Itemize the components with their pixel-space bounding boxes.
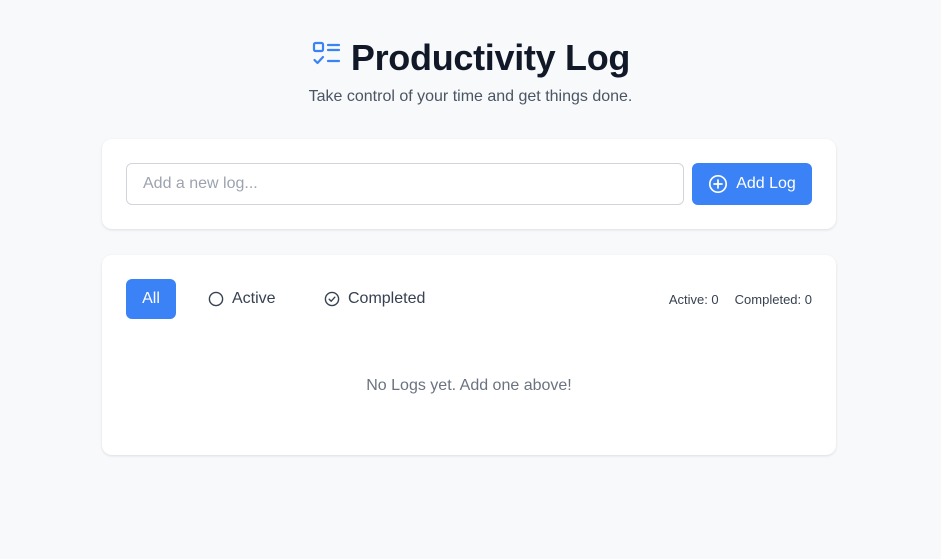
add-log-card: Add Log: [102, 139, 836, 229]
add-log-button-label: Add Log: [736, 175, 796, 192]
page-title: Productivity Log: [350, 37, 631, 78]
circle-icon: [208, 291, 224, 307]
new-log-input[interactable]: [126, 163, 684, 205]
log-counts: Active: 0 Completed: 0: [669, 279, 812, 319]
completed-count: Completed: 0: [734, 291, 812, 307]
log-list-card: All Active Completed Active: 0 Completed…: [102, 255, 836, 455]
list-check-icon: [311, 40, 341, 70]
page-subtitle: Take control of your time and get things…: [308, 88, 633, 105]
filter-completed-button[interactable]: Completed: [322, 279, 427, 319]
add-log-button[interactable]: Add Log: [692, 163, 812, 205]
filter-active-button[interactable]: Active: [206, 279, 278, 319]
title-row: Productivity Log: [0, 36, 941, 80]
page-header: Productivity Log Take control of your ti…: [0, 36, 941, 106]
plus-circle-icon: [708, 174, 728, 194]
filter-completed-label: Completed: [348, 290, 426, 307]
active-count: Active: 0: [668, 291, 719, 307]
filter-active-label: Active: [232, 290, 276, 307]
check-circle-icon: [324, 291, 340, 307]
empty-state-message: No Logs yet. Add one above!: [366, 377, 572, 394]
filter-all-label: All: [142, 290, 160, 307]
filter-all-button[interactable]: All: [126, 279, 176, 319]
